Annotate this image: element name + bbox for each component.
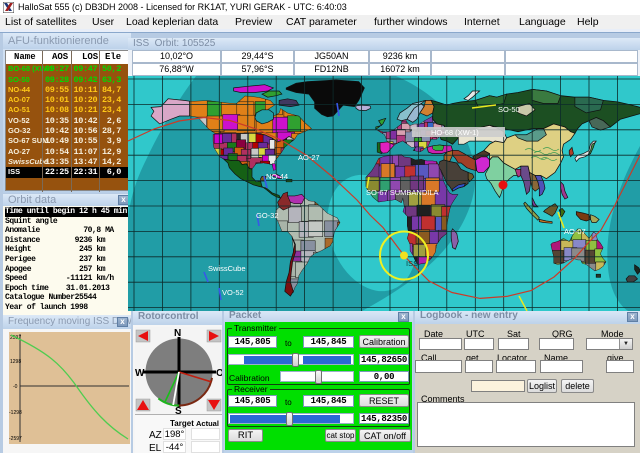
svg-text:-1298: -1298 [9, 410, 22, 416]
svg-text:AO-07: AO-07 [564, 227, 586, 236]
svg-text:AO-27: AO-27 [298, 153, 320, 162]
svg-text:O: O [216, 368, 222, 379]
svg-text:-2597: -2597 [9, 436, 22, 442]
svg-text:ISS: ISS [406, 259, 418, 268]
svg-text:N: N [174, 328, 181, 339]
svg-text:SO-50: SO-50 [498, 105, 520, 114]
svg-text:-0: -0 [13, 384, 18, 390]
svg-text:VO-52: VO-52 [222, 288, 244, 297]
svg-text:GO-32: GO-32 [256, 211, 279, 220]
svg-text:HO-68 (XW-1): HO-68 (XW-1) [431, 128, 479, 137]
svg-text:SwissCube: SwissCube [208, 264, 246, 273]
svg-text:S: S [175, 406, 182, 414]
svg-text:SO-67 SUMBANDILA: SO-67 SUMBANDILA [366, 188, 439, 197]
svg-text:W: W [135, 368, 145, 379]
svg-text:1298: 1298 [10, 359, 21, 365]
svg-text:NO-44: NO-44 [266, 172, 288, 181]
